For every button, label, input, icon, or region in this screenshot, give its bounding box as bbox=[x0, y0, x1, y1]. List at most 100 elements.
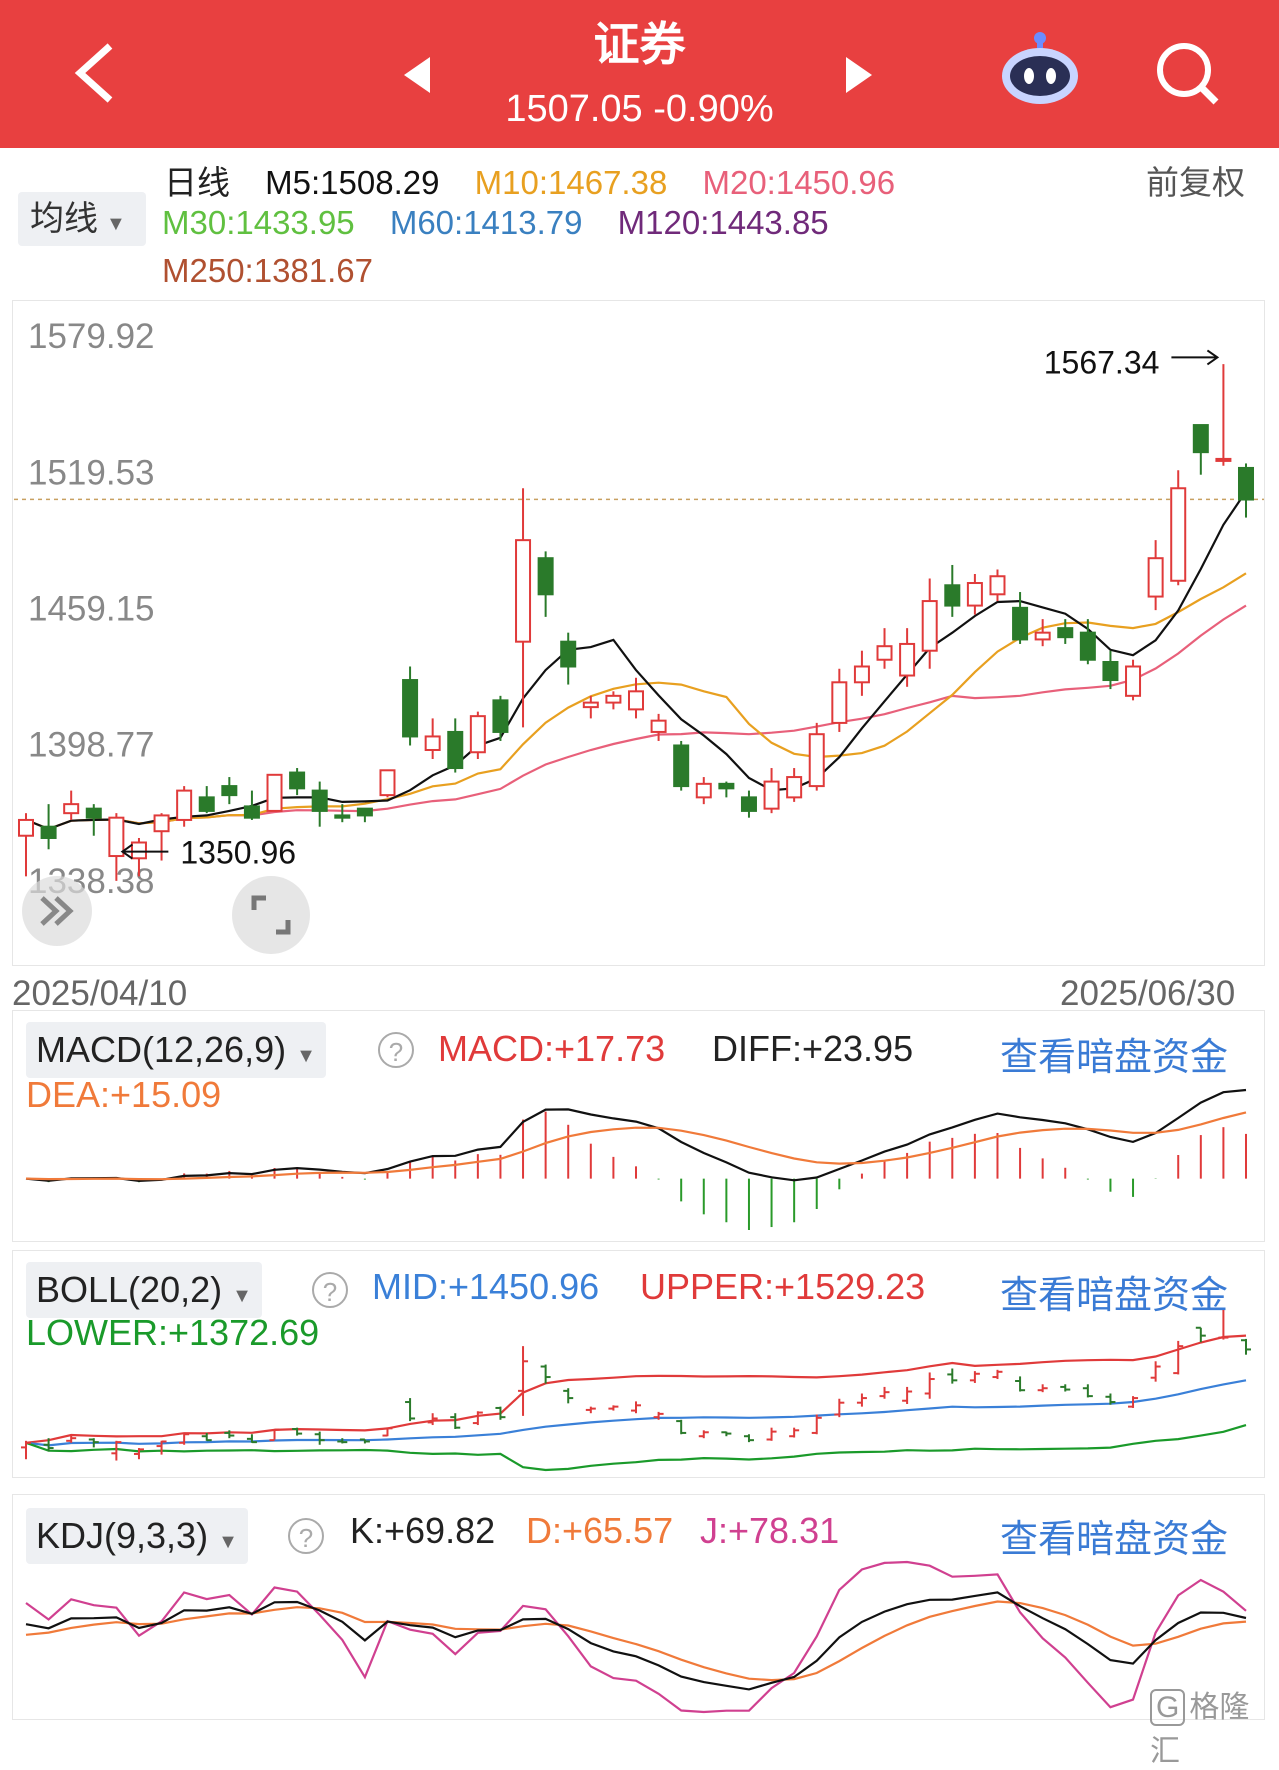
candle-body bbox=[198, 796, 215, 812]
candle-body bbox=[1125, 665, 1142, 697]
logo-icon: G bbox=[1150, 1689, 1186, 1726]
y-tick-label: 1398.77 bbox=[28, 726, 155, 765]
app-header: 证券 1507.05 -0.90% bbox=[0, 0, 1279, 148]
date-start: 2025/04/10 bbox=[12, 974, 188, 1013]
candlestick-chart: 1579.921519.531459.151398.771338.381567.… bbox=[14, 317, 1264, 901]
date-end: 2025/06/30 bbox=[1060, 974, 1236, 1013]
candle-body bbox=[1237, 466, 1255, 501]
adjust-mode[interactable]: 前复权 bbox=[1146, 156, 1245, 204]
fullscreen-button[interactable] bbox=[232, 876, 310, 954]
candle-body bbox=[673, 744, 690, 788]
candle-body bbox=[1192, 424, 1209, 454]
kdj-j-value: J:+78.31 bbox=[700, 1510, 840, 1551]
candle-body bbox=[695, 782, 712, 799]
period-label: 日线 bbox=[164, 164, 230, 201]
candle-body bbox=[718, 782, 735, 790]
candle-body bbox=[966, 582, 983, 607]
watermark: G 格隆汇 bbox=[1150, 1682, 1279, 1770]
chevron-down-icon: ▼ bbox=[106, 213, 126, 235]
ma250-label: M250:1381.67 bbox=[162, 252, 374, 289]
candle-body bbox=[808, 733, 825, 788]
candle-body bbox=[40, 825, 57, 839]
candle-body bbox=[1215, 457, 1232, 462]
candle-body bbox=[853, 665, 870, 684]
page-title: 证券 bbox=[593, 18, 686, 70]
expand-button[interactable] bbox=[22, 876, 92, 946]
candle-body bbox=[1147, 557, 1164, 598]
candle-body bbox=[85, 807, 102, 819]
double-chevron-icon bbox=[40, 896, 74, 926]
dark-pool-link[interactable]: 查看暗盘资金 bbox=[1000, 1508, 1228, 1563]
kdj-d-value: D:+65.57 bbox=[526, 1510, 674, 1551]
macd-dropdown-label: MACD(12,26,9) bbox=[36, 1029, 287, 1070]
help-icon[interactable]: ? bbox=[288, 1518, 324, 1554]
help-icon[interactable]: ? bbox=[378, 1032, 414, 1068]
candle-body bbox=[899, 642, 916, 677]
candle-body bbox=[627, 690, 645, 711]
kdj-k-line bbox=[25, 1591, 1247, 1691]
y-tick-label: 1459.15 bbox=[28, 590, 155, 629]
candle-body bbox=[130, 841, 147, 860]
candle-body bbox=[379, 769, 396, 797]
candle-body bbox=[763, 780, 780, 810]
kdj-j-line bbox=[25, 1560, 1247, 1714]
candle-body bbox=[1170, 487, 1187, 582]
candle-body bbox=[243, 805, 260, 819]
candle-body bbox=[944, 584, 961, 607]
candle-body bbox=[650, 719, 667, 733]
candle-body bbox=[63, 803, 80, 815]
candle-body bbox=[469, 715, 486, 754]
candle-body bbox=[537, 557, 554, 596]
ma-row-1: 日线 M5:1508.29 M10:1467.38 M20:1450.96 bbox=[164, 156, 921, 204]
ma5-label: M5:1508.29 bbox=[265, 164, 440, 201]
low-label: 1350.96 bbox=[180, 835, 296, 871]
candle-body bbox=[1012, 606, 1029, 641]
candle-body bbox=[402, 679, 419, 738]
candle-body bbox=[831, 681, 848, 724]
ma5-line bbox=[25, 490, 1247, 831]
candle-body bbox=[153, 814, 170, 833]
candle-body bbox=[447, 730, 464, 770]
ma30-label: M30:1433.95 bbox=[162, 204, 355, 241]
candle-body bbox=[1057, 627, 1074, 639]
y-tick-label: 1579.92 bbox=[28, 317, 155, 356]
candle-body bbox=[786, 776, 803, 799]
candle-body bbox=[266, 773, 283, 812]
candle-body bbox=[989, 575, 1006, 596]
candle-body bbox=[582, 701, 599, 709]
candle-body bbox=[311, 789, 328, 812]
candle-body bbox=[17, 818, 35, 837]
candle-body bbox=[740, 796, 757, 812]
ma20-label: M20:1450.96 bbox=[702, 164, 896, 201]
kdj-d-line bbox=[25, 1600, 1247, 1682]
candle-body bbox=[334, 814, 351, 819]
candle-body bbox=[221, 785, 238, 797]
kdj-chart bbox=[25, 1560, 1247, 1714]
macd-value: MACD:+17.73 bbox=[438, 1028, 666, 1069]
candle-body bbox=[356, 807, 373, 817]
boll-chart bbox=[21, 1310, 1251, 1472]
candle-body bbox=[1102, 660, 1119, 682]
search-icon[interactable] bbox=[1152, 38, 1222, 108]
diff-value: DIFF:+23.95 bbox=[712, 1028, 914, 1069]
macd-dropdown[interactable]: MACD(12,26,9) ▼ bbox=[26, 1022, 326, 1078]
dark-pool-link[interactable]: 查看暗盘资金 bbox=[1000, 1026, 1228, 1081]
boll-upper-line bbox=[25, 1334, 1247, 1444]
y-tick-label: 1519.53 bbox=[28, 453, 155, 492]
next-triangle-icon[interactable] bbox=[842, 55, 874, 95]
robot-icon[interactable] bbox=[998, 30, 1082, 110]
candle-body bbox=[921, 600, 938, 652]
chevron-down-icon: ▼ bbox=[218, 1531, 238, 1553]
ma-row-3: M250:1381.67 bbox=[162, 252, 399, 290]
ma-row-2: M30:1433.95 M60:1413.79 M120:1443.85 bbox=[162, 204, 855, 242]
candle-body bbox=[492, 699, 509, 733]
candle-body bbox=[1079, 631, 1096, 661]
ma60-label: M60:1413.79 bbox=[389, 204, 583, 241]
macd-chart bbox=[25, 1088, 1247, 1230]
candle-body bbox=[560, 640, 577, 668]
ma-dropdown[interactable]: 均线 ▼ bbox=[18, 192, 146, 246]
ma10-label: M10:1467.38 bbox=[474, 164, 668, 201]
candle-body bbox=[108, 816, 125, 858]
candle-body bbox=[176, 789, 193, 821]
chevron-down-icon: ▼ bbox=[296, 1045, 316, 1067]
